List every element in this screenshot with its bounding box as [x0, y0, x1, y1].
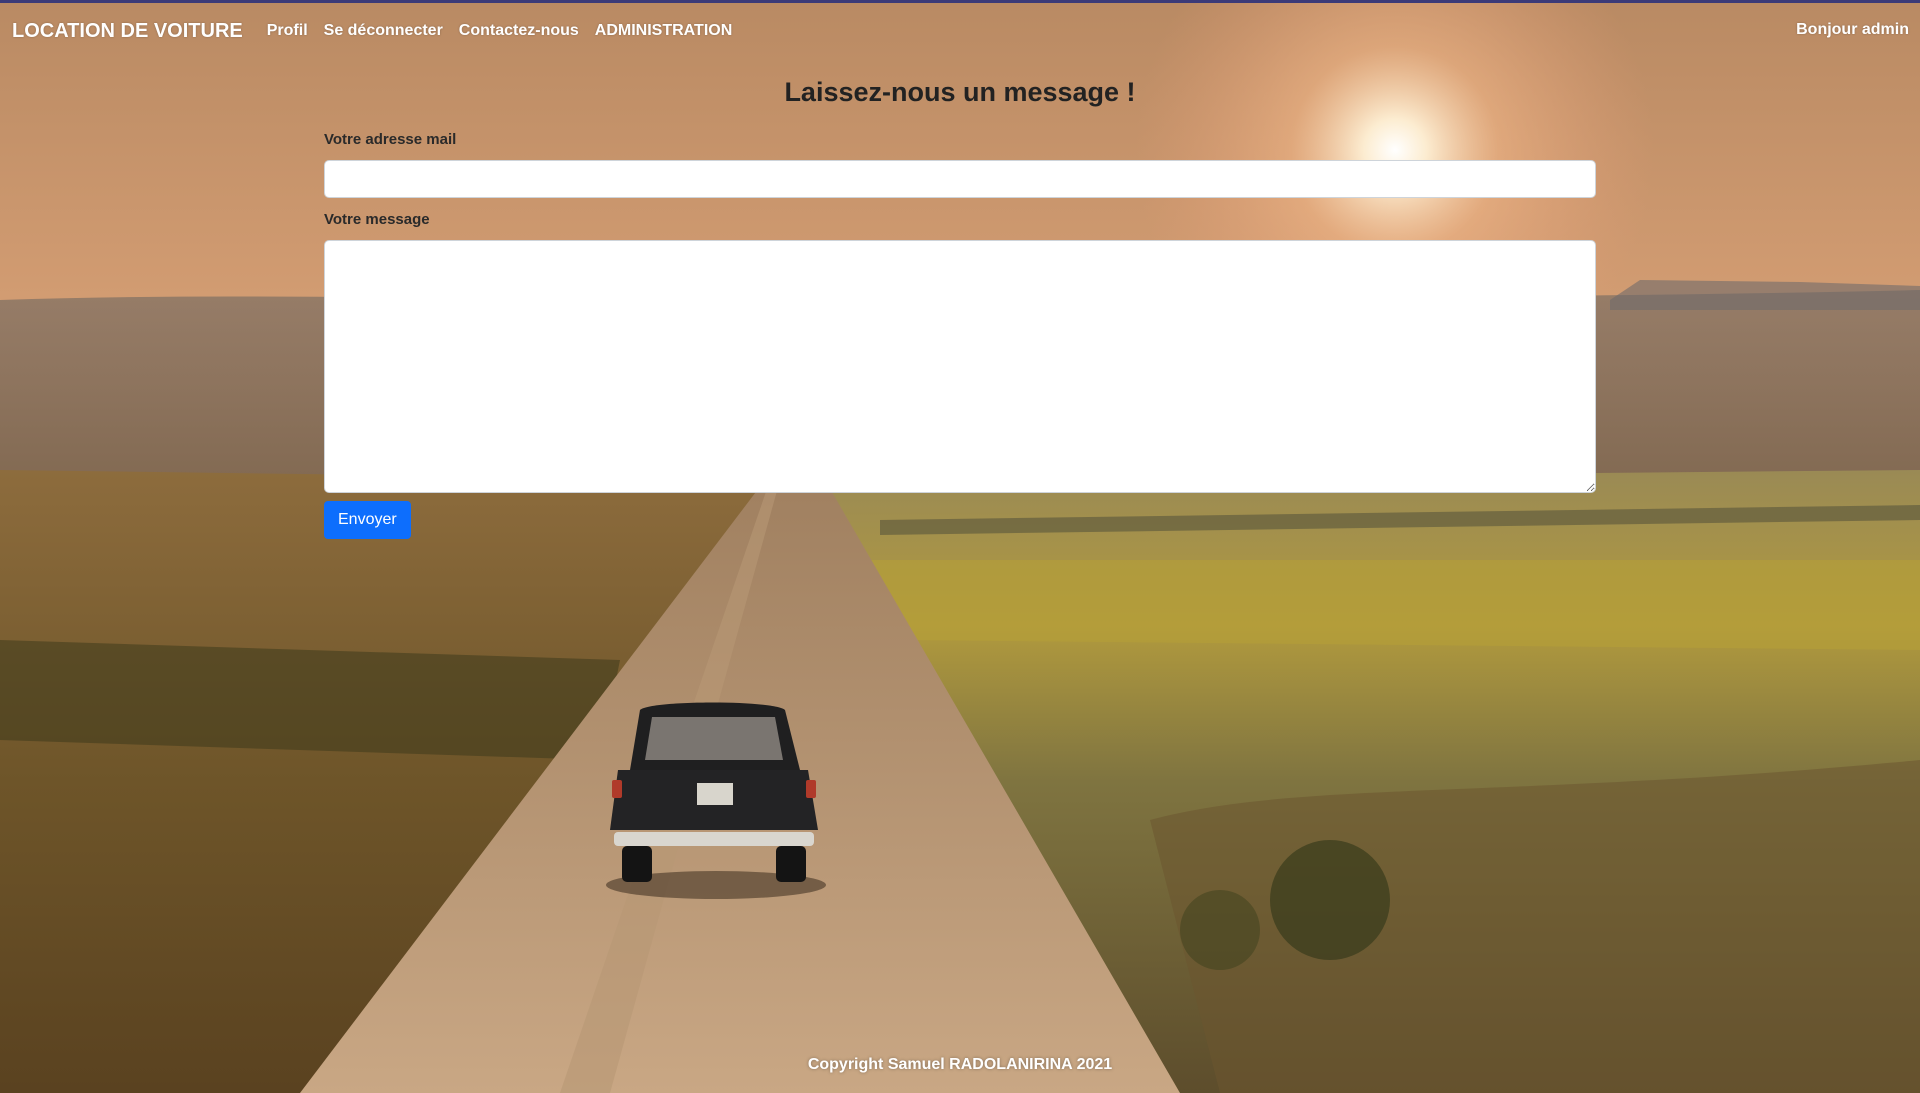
user-greeting: Bonjour admin — [1796, 21, 1909, 38]
nav-link-logout[interactable]: Se déconnecter — [324, 22, 443, 40]
email-label: Votre adresse mail — [324, 131, 457, 148]
footer-copyright: Copyright Samuel RADOLANIRINA 2021 — [807, 1056, 1113, 1073]
brand-link[interactable]: LOCATION DE VOITURE — [12, 20, 243, 43]
nav-link-contact[interactable]: Contactez-nous — [459, 22, 579, 40]
message-label: Votre message — [324, 211, 430, 228]
email-field[interactable] — [324, 160, 1596, 198]
message-textarea[interactable] — [324, 240, 1596, 493]
send-button[interactable]: Envoyer — [324, 501, 411, 539]
page-title: Laissez-nous un message ! — [784, 77, 1136, 107]
nav-link-administration[interactable]: ADMINISTRATION — [595, 22, 732, 40]
navbar: LOCATION DE VOITURE Profil Se déconnecte… — [0, 3, 1920, 59]
contact-form: Laissez-nous un message ! Votre adresse … — [324, 70, 1596, 539]
nav-link-profil[interactable]: Profil — [267, 22, 308, 40]
